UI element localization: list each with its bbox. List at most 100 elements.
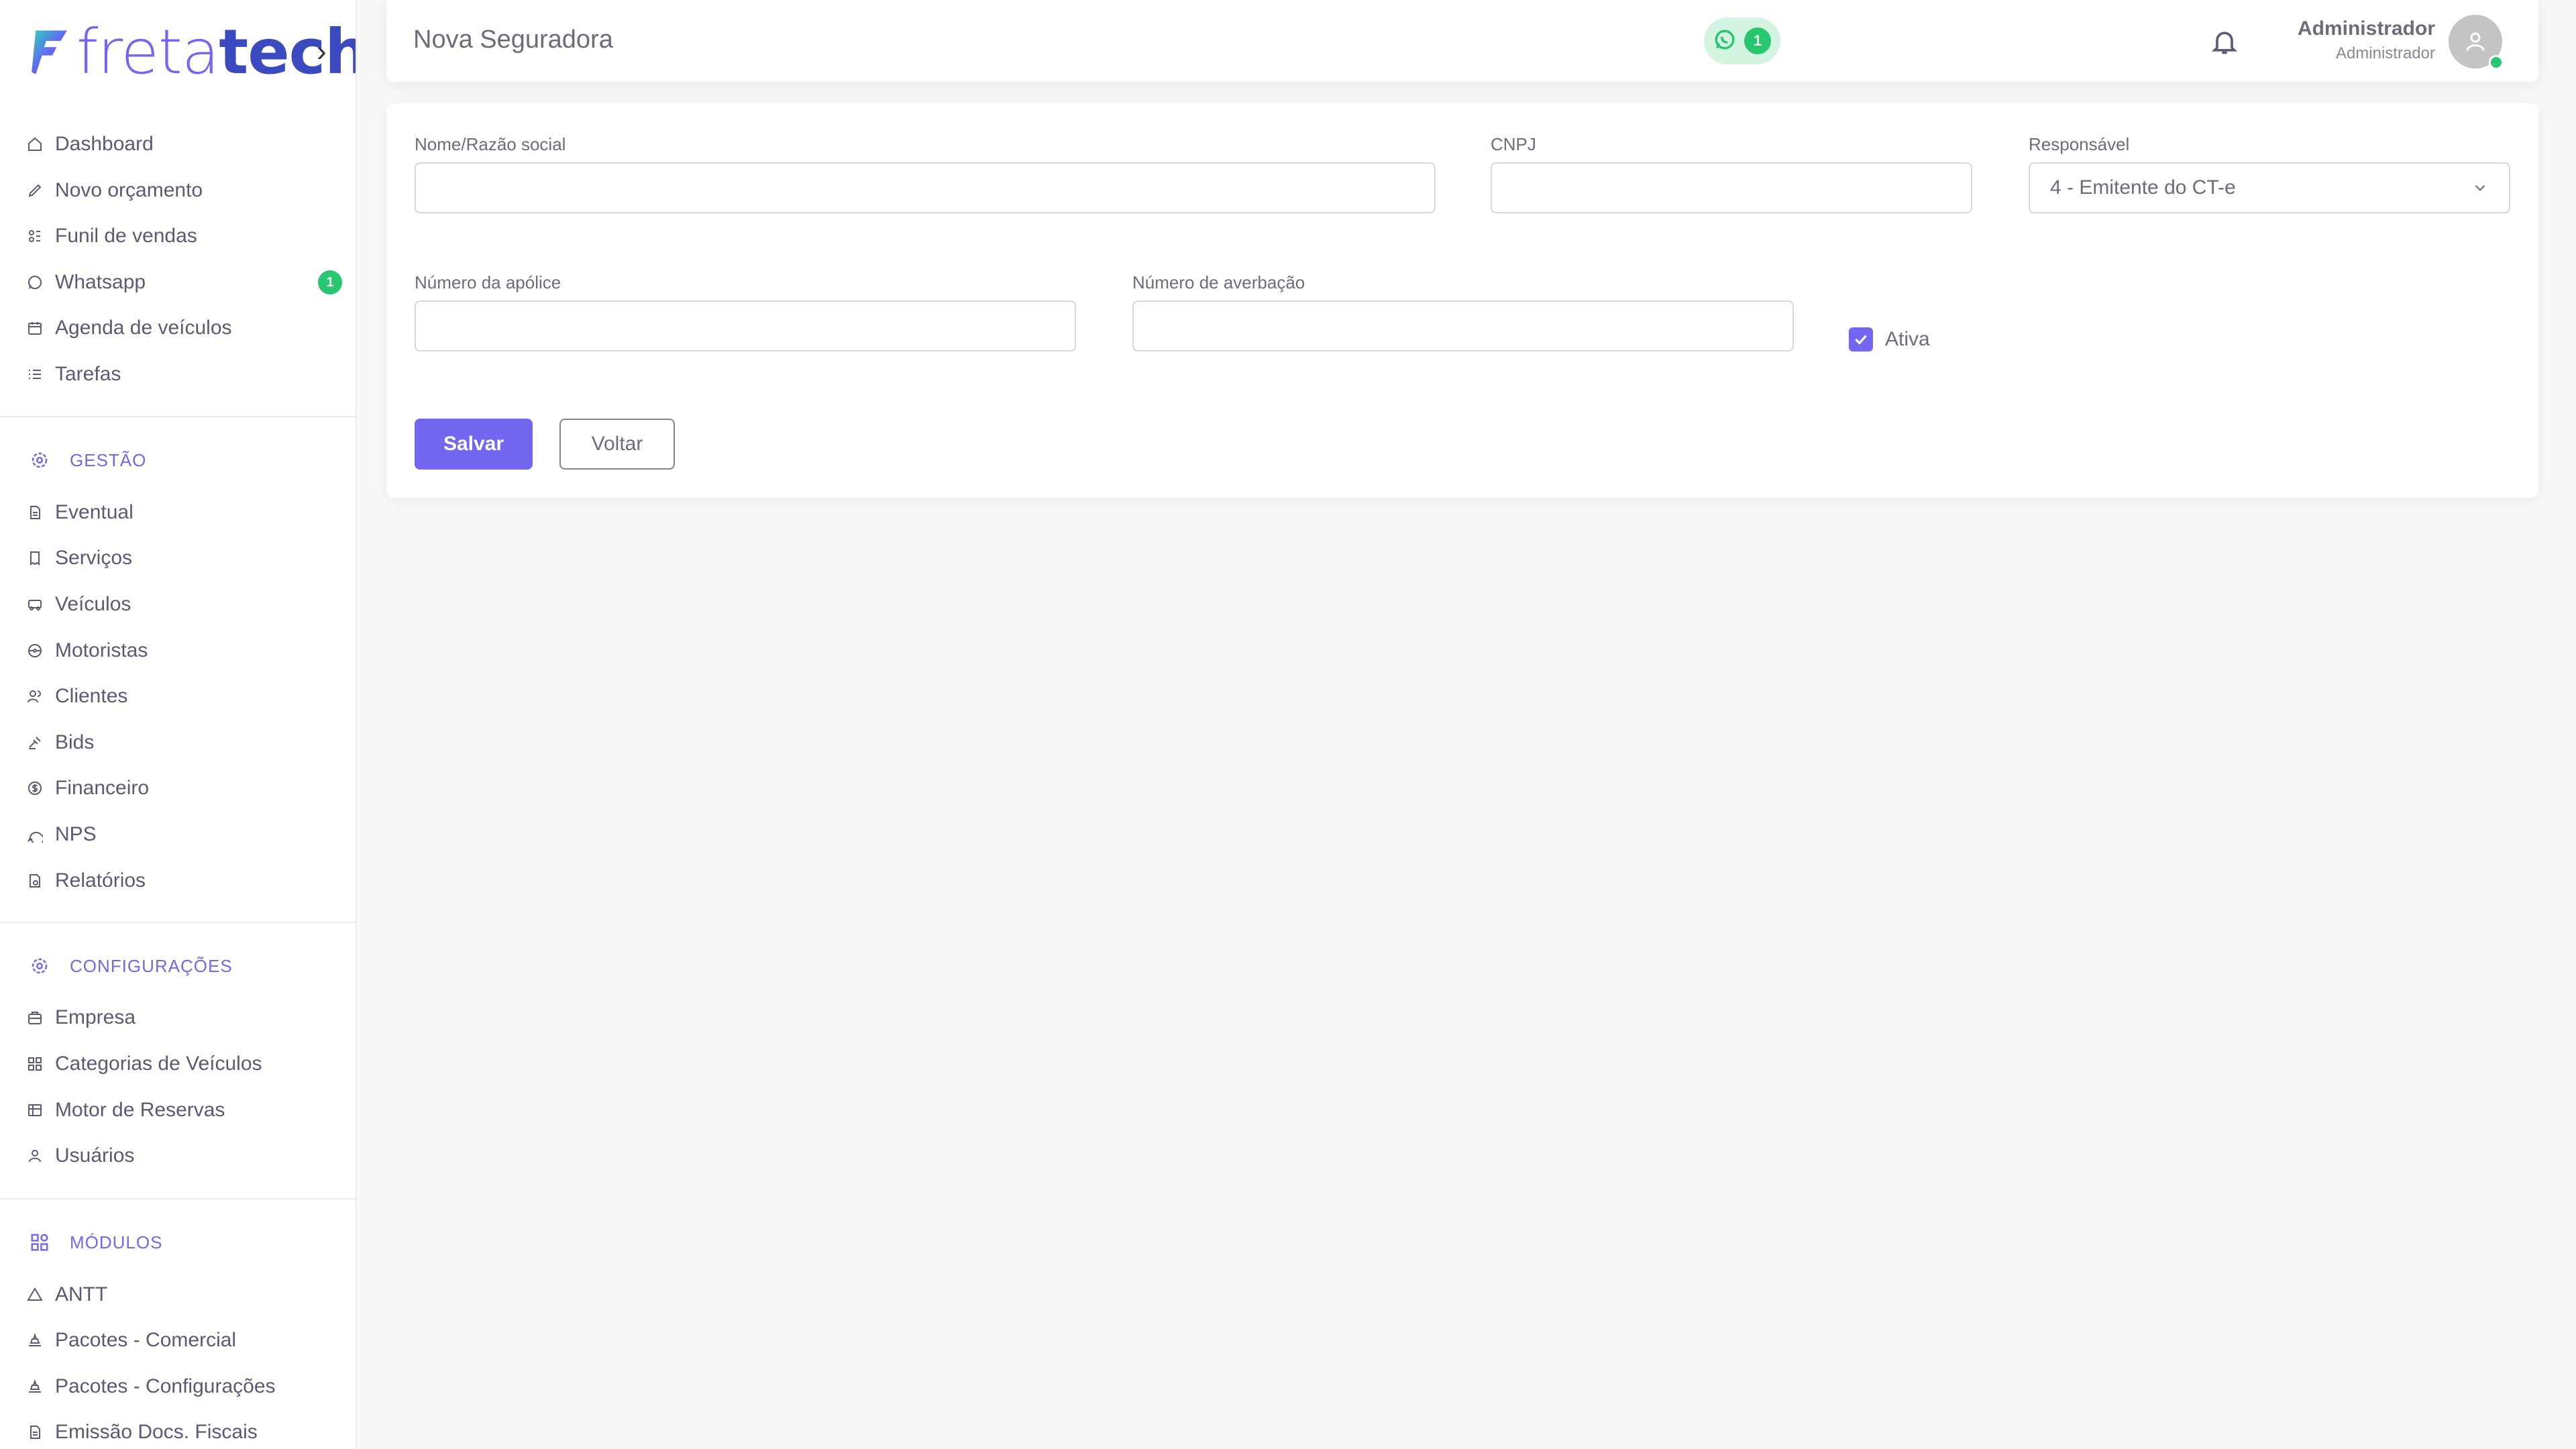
nav-label: ANTT	[55, 1283, 108, 1305]
logo-icon	[32, 30, 67, 74]
nav-label: Motor de Reservas	[55, 1099, 225, 1121]
user-name[interactable]: Administrador	[2298, 17, 2435, 40]
nav-label: Whatsapp	[55, 271, 146, 293]
whatsapp-count-badge: 1	[1744, 28, 1771, 54]
nav-empresa[interactable]: Empresa	[27, 1001, 342, 1034]
building-icon	[27, 1010, 43, 1026]
save-button[interactable]: Salvar	[415, 419, 533, 470]
nav-financeiro[interactable]: Financeiro	[27, 771, 342, 805]
bell-icon[interactable]	[2210, 27, 2239, 56]
nav-pacotes-comercial[interactable]: Pacotes - Comercial	[27, 1324, 342, 1357]
nav-categorias-veiculos[interactable]: Categorias de Veículos	[27, 1047, 342, 1081]
nav-eventual[interactable]: Eventual	[27, 496, 342, 529]
nav-novo-orcamento[interactable]: Novo orçamento	[27, 174, 342, 207]
nav-funil-vendas[interactable]: Funil de vendas	[27, 219, 342, 253]
averbacao-input[interactable]	[1132, 301, 1794, 352]
document-icon	[27, 504, 43, 521]
user-icon	[27, 1148, 43, 1164]
nav-label: Veículos	[55, 593, 131, 615]
whatsapp-icon	[1713, 28, 1736, 54]
nav-motor-reservas[interactable]: Motor de Reservas	[27, 1093, 342, 1127]
nav-relatorios[interactable]: Relatórios	[27, 864, 342, 898]
nav-whatsapp[interactable]: Whatsapp 1	[27, 266, 342, 299]
nav-servicos[interactable]: Serviços	[27, 541, 342, 575]
sidebar: fretatech › Dashboard Novo orçamento Fun…	[0, 0, 357, 1449]
brand-name: fretatech	[76, 21, 356, 83]
whatsapp-icon	[27, 274, 43, 290]
triangle-icon	[27, 1287, 43, 1303]
nav-label: Clientes	[55, 685, 128, 707]
section-title: GESTÃO	[70, 449, 147, 470]
gear-icon	[30, 956, 50, 976]
nav-nps[interactable]: NPS	[27, 818, 342, 851]
apolice-label: Número da apólice	[415, 272, 561, 292]
section-title: MÓDULOS	[70, 1232, 163, 1252]
ativa-checkbox[interactable]	[1849, 327, 1873, 352]
apps-icon	[30, 1232, 50, 1252]
sidebar-divider	[0, 416, 356, 417]
collapse-chevron-icon[interactable]: ›	[317, 35, 327, 68]
nav-emissao-docs-fiscais[interactable]: Emissão Docs. Fiscais	[27, 1415, 342, 1449]
whatsapp-notification-button[interactable]: 1	[1704, 17, 1780, 64]
back-button[interactable]: Voltar	[559, 419, 675, 470]
nav-label: Financeiro	[55, 777, 150, 799]
report-icon	[27, 873, 43, 889]
nav-bids[interactable]: Bids	[27, 726, 342, 759]
responsavel-select[interactable]: 4 - Emitente do CT-e	[2029, 162, 2510, 213]
section-configuracoes: CONFIGURAÇÕES	[30, 951, 233, 981]
nav-label: Categorias de Veículos	[55, 1053, 262, 1075]
nav-label: Empresa	[55, 1006, 136, 1028]
brand-logo[interactable]: fretatech	[30, 19, 356, 86]
chat-icon	[27, 826, 43, 843]
nav-label: Bids	[55, 731, 95, 753]
edit-icon	[27, 182, 43, 199]
nav-clientes[interactable]: Clientes	[27, 680, 342, 713]
gear-icon	[30, 450, 50, 470]
nav-label: Motoristas	[55, 639, 148, 661]
nav-pacotes-configuracoes[interactable]: Pacotes - Configurações	[27, 1370, 342, 1403]
sidebar-divider	[0, 922, 356, 923]
name-input[interactable]	[415, 162, 1436, 213]
section-gestao: GESTÃO	[30, 445, 146, 475]
nav-label: Pacotes - Comercial	[55, 1329, 237, 1351]
home-icon	[27, 136, 43, 152]
nav-label: Pacotes - Configurações	[55, 1375, 276, 1397]
responsavel-label: Responsável	[2029, 134, 2130, 154]
nav-agenda-veiculos[interactable]: Agenda de veículos	[27, 311, 342, 345]
averbacao-label: Número de averbação	[1132, 272, 1305, 292]
apolice-input[interactable]	[415, 301, 1076, 352]
dollar-icon	[27, 780, 43, 796]
nav-dashboard[interactable]: Dashboard	[27, 127, 342, 161]
section-title: CONFIGURAÇÕES	[70, 955, 233, 976]
funnel-icon	[27, 228, 43, 244]
nav-antt[interactable]: ANTT	[27, 1278, 342, 1311]
nav-tarefas[interactable]: Tarefas	[27, 358, 342, 391]
nav-label: Relatórios	[55, 869, 146, 892]
responsavel-selected-value: 4 - Emitente do CT-e	[2050, 176, 2236, 199]
brand-name-part2: tech	[219, 16, 357, 88]
package-icon	[27, 1379, 43, 1395]
name-label: Nome/Razão social	[415, 134, 566, 154]
page-title: Nova Seguradora	[413, 25, 613, 54]
sidebar-divider	[0, 1198, 356, 1199]
cnpj-input[interactable]	[1491, 162, 1972, 213]
nav-usuarios[interactable]: Usuários	[27, 1139, 342, 1173]
nav-label: Emissão Docs. Fiscais	[55, 1421, 258, 1443]
ativa-checkbox-group[interactable]: Ativa	[1849, 327, 1930, 352]
nav-motoristas[interactable]: Motoristas	[27, 634, 342, 667]
calendar-icon	[27, 320, 43, 336]
nav-label: Tarefas	[55, 363, 121, 385]
whatsapp-badge: 1	[318, 270, 342, 294]
insurer-form-card: Nome/Razão social CNPJ Responsável 4 - E…	[386, 103, 2538, 498]
users-icon	[27, 688, 43, 704]
gavel-icon	[27, 735, 43, 751]
nav-label: Usuários	[55, 1144, 135, 1167]
nav-label: NPS	[55, 823, 97, 845]
table-icon	[27, 1102, 43, 1118]
receipt-icon	[27, 550, 43, 566]
user-role: Administrador	[2335, 44, 2435, 62]
nav-veiculos[interactable]: Veículos	[27, 588, 342, 621]
nav-label: Funil de vendas	[55, 225, 197, 247]
nav-label: Agenda de veículos	[55, 317, 232, 339]
nav-label: Eventual	[55, 501, 133, 523]
